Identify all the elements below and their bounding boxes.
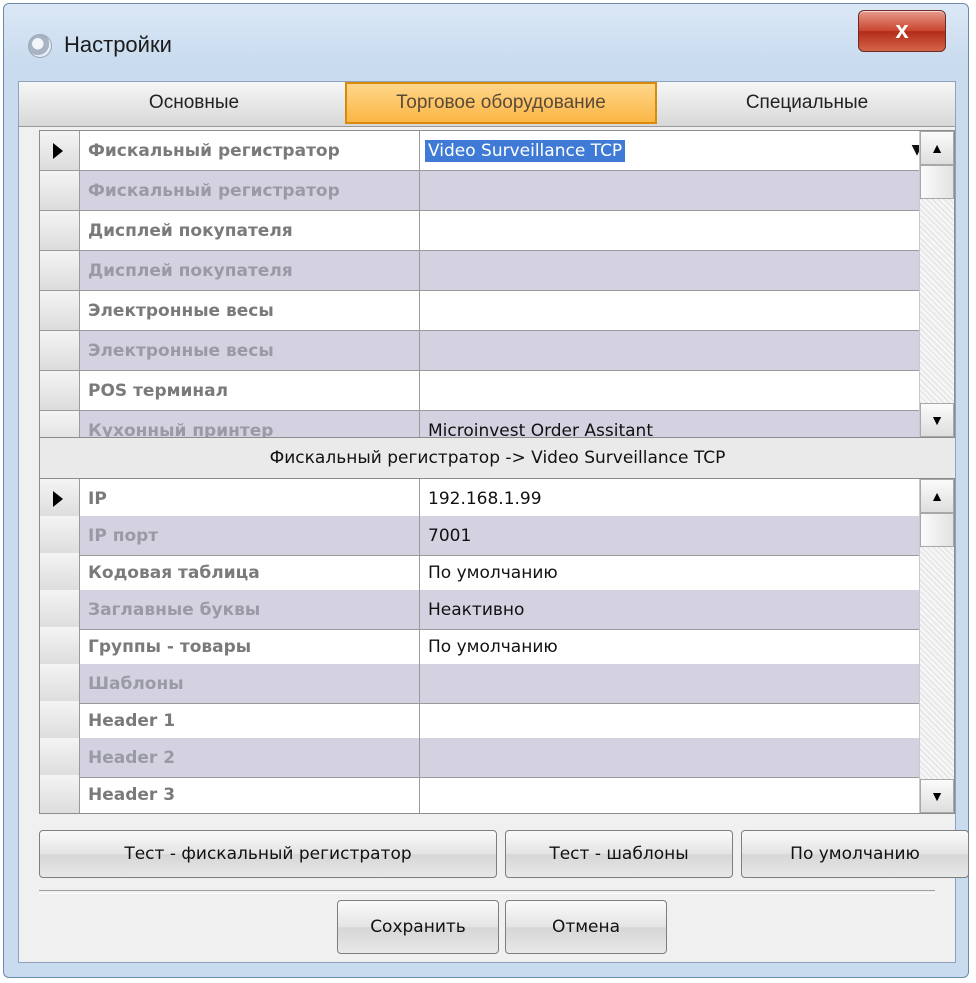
scroll-down-icon[interactable]: ▼	[920, 779, 954, 813]
scroll-down-icon[interactable]: ▼	[920, 403, 954, 437]
row-indicator[interactable]	[40, 479, 80, 519]
defaults-button[interactable]: По умолчанию	[741, 830, 969, 878]
property-value[interactable]: 7001	[420, 516, 932, 556]
device-value[interactable]: Microinvest Order Assitant	[420, 411, 932, 437]
dialog-body: Основные Торговое оборудование Специальн…	[18, 81, 969, 963]
cancel-button[interactable]: Отмена	[505, 900, 667, 954]
title-bar: Настройки x	[4, 4, 968, 80]
table-row[interactable]: Фискальный регистратор Video Surveillanc…	[40, 131, 932, 171]
window-title: Настройки	[64, 32, 172, 57]
device-value[interactable]: Video Surveillance TCP	[425, 139, 626, 162]
table-row[interactable]: Электронные весы	[40, 331, 932, 371]
tab-special[interactable]: Специальные	[659, 82, 955, 124]
row-indicator[interactable]	[40, 131, 80, 171]
tab-strip: Основные Торговое оборудование Специальн…	[19, 82, 955, 127]
row-indicator[interactable]	[40, 171, 80, 211]
property-value[interactable]: По умолчанию	[420, 553, 932, 593]
property-name: Header 2	[80, 738, 420, 778]
device-name: Кухонный принтер	[80, 411, 420, 437]
row-indicator[interactable]	[40, 664, 80, 704]
device-value[interactable]	[420, 291, 932, 331]
table-row[interactable]: Дисплей покупателя	[40, 251, 932, 291]
devices-scrollbar[interactable]: ▲ ▼	[919, 131, 954, 437]
table-row[interactable]: IP 192.168.1.99	[40, 479, 932, 519]
property-value[interactable]: 192.168.1.99	[420, 479, 932, 519]
row-indicator[interactable]	[40, 211, 80, 251]
property-name: Шаблоны	[80, 664, 420, 704]
test-templates-button[interactable]: Тест - шаблоны	[505, 830, 733, 878]
devices-grid: Фискальный регистратор Video Surveillanc…	[39, 130, 955, 438]
device-name: Дисплей покупателя	[80, 211, 420, 251]
scroll-thumb[interactable]	[920, 165, 954, 199]
property-name: Группы - товары	[80, 627, 420, 667]
device-value[interactable]	[420, 251, 932, 291]
row-indicator[interactable]	[40, 701, 80, 741]
close-button[interactable]: x	[858, 10, 946, 52]
row-indicator[interactable]	[40, 775, 80, 813]
divider	[39, 890, 935, 894]
table-row[interactable]: Электронные весы	[40, 291, 932, 331]
properties-grid: IP 192.168.1.99 IP порт 7001 Кодовая таб…	[39, 478, 955, 814]
property-name: Кодовая таблица	[80, 553, 420, 593]
property-value[interactable]	[420, 775, 932, 813]
row-indicator[interactable]	[40, 411, 80, 437]
property-name: Header 3	[80, 775, 420, 813]
property-value[interactable]: По умолчанию	[420, 627, 932, 667]
save-button[interactable]: Сохранить	[337, 900, 499, 954]
property-name: IP	[80, 479, 420, 519]
table-row[interactable]: IP порт 7001	[40, 516, 932, 556]
property-value[interactable]	[420, 738, 932, 778]
table-row[interactable]: POS терминал	[40, 371, 932, 411]
device-name: Электронные весы	[80, 331, 420, 371]
tab-general[interactable]: Основные	[39, 82, 349, 124]
row-indicator[interactable]	[40, 553, 80, 593]
table-row[interactable]: Заглавные буквы Неактивно	[40, 590, 932, 630]
table-row[interactable]: Header 1	[40, 701, 932, 741]
device-name: Фискальный регистратор	[80, 131, 420, 171]
scroll-up-icon[interactable]: ▲	[920, 131, 954, 165]
device-name: Электронные весы	[80, 291, 420, 331]
table-row[interactable]: Фискальный регистратор	[40, 171, 932, 211]
property-value[interactable]	[420, 701, 932, 741]
tab-trade-equipment[interactable]: Торговое оборудование	[345, 82, 657, 124]
property-name: IP порт	[80, 516, 420, 556]
row-indicator[interactable]	[40, 331, 80, 371]
table-row[interactable]: Кухонный принтер Microinvest Order Assit…	[40, 411, 932, 437]
device-name: POS терминал	[80, 371, 420, 411]
table-row[interactable]: Дисплей покупателя	[40, 211, 932, 251]
row-indicator[interactable]	[40, 516, 80, 556]
device-value[interactable]	[420, 331, 932, 371]
property-name: Заглавные буквы	[80, 590, 420, 630]
property-name: Header 1	[80, 701, 420, 741]
row-indicator[interactable]	[40, 371, 80, 411]
table-row[interactable]: Шаблоны	[40, 664, 932, 704]
row-indicator[interactable]	[40, 590, 80, 630]
row-indicator[interactable]	[40, 627, 80, 667]
section-caption: Фискальный регистратор -> Video Surveill…	[39, 438, 955, 478]
row-indicator[interactable]	[40, 738, 80, 778]
test-fiscal-button[interactable]: Тест - фискальный регистратор	[39, 830, 497, 878]
settings-window: Настройки x Основные Торговое оборудован…	[3, 3, 969, 978]
device-value[interactable]	[420, 211, 932, 251]
device-name: Дисплей покупателя	[80, 251, 420, 291]
property-value[interactable]: Неактивно	[420, 590, 932, 630]
current-row-arrow-icon	[53, 143, 63, 159]
device-name: Фискальный регистратор	[80, 171, 420, 211]
app-gear-icon	[28, 34, 52, 58]
row-indicator[interactable]	[40, 251, 80, 291]
table-row[interactable]: Кодовая таблица По умолчанию	[40, 553, 932, 593]
table-row[interactable]: Header 3	[40, 775, 922, 813]
properties-scrollbar[interactable]: ▲ ▼	[919, 479, 954, 813]
property-value[interactable]	[420, 664, 932, 704]
row-indicator[interactable]	[40, 291, 80, 331]
device-value-cell[interactable]: Video Surveillance TCP ▼	[420, 131, 932, 171]
table-row[interactable]: Группы - товары По умолчанию	[40, 627, 932, 667]
table-row[interactable]: Header 2	[40, 738, 932, 778]
device-value[interactable]	[420, 171, 932, 211]
device-value[interactable]	[420, 371, 932, 411]
current-row-arrow-icon	[53, 491, 63, 507]
scroll-thumb[interactable]	[920, 513, 954, 547]
scroll-up-icon[interactable]: ▲	[920, 479, 954, 513]
